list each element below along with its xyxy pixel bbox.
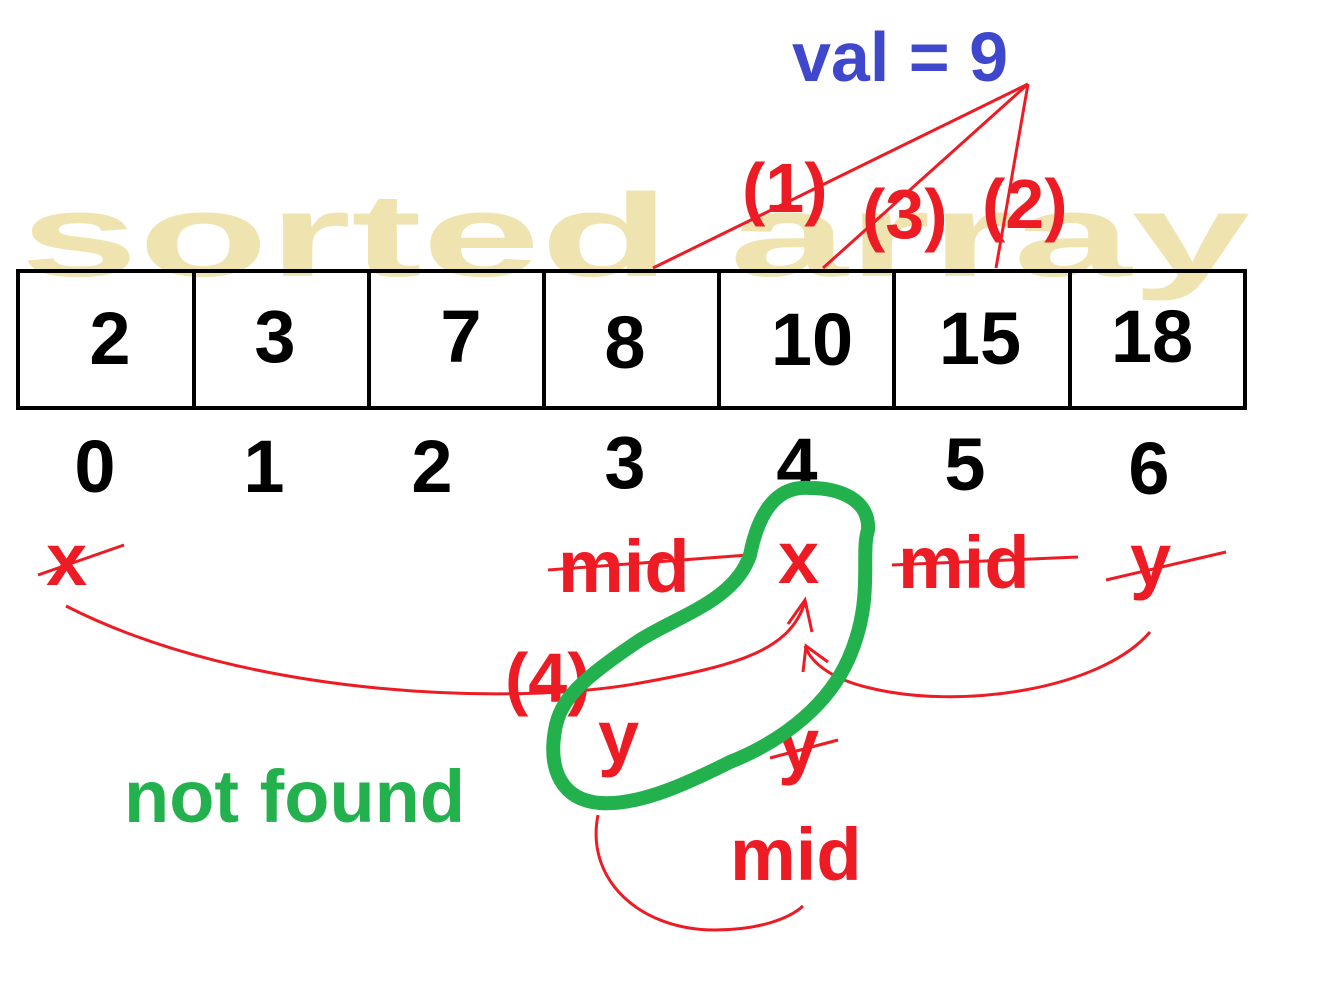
- array-value: 3: [254, 295, 295, 378]
- array-values: 2 3 7 8 10 15 18: [89, 295, 1193, 384]
- array-index: 3: [604, 421, 645, 504]
- array-index: 1: [243, 425, 284, 508]
- pointer-x-final: x: [778, 516, 819, 599]
- binary-search-diagram: sorted array val = 9 (1) (2) (3) 2 3 7 8…: [16, 18, 1250, 932]
- step-3-label: (3): [862, 175, 948, 253]
- pointer-mid-last: mid: [730, 813, 862, 896]
- array-value: 10: [771, 298, 853, 381]
- step-1-label: (1): [742, 149, 828, 227]
- array-index: 0: [74, 425, 115, 508]
- pointer-y-final: y: [598, 695, 639, 778]
- array-index: 6: [1128, 427, 1169, 510]
- pointer-labels: x mid x mid y y y mid (4): [46, 516, 1171, 896]
- array-value: 7: [440, 295, 481, 378]
- pointer-y-start: y: [1130, 518, 1171, 601]
- step-2-label: (2): [982, 165, 1068, 243]
- array-indices: 0 1 2 3 4 5 6: [74, 421, 1169, 510]
- array-index: 2: [411, 425, 452, 508]
- array-index: 5: [944, 423, 985, 506]
- array-value: 18: [1111, 295, 1193, 378]
- target-value-label: val = 9: [792, 18, 1008, 96]
- array-value: 15: [939, 297, 1021, 380]
- array-value: 2: [89, 297, 130, 380]
- result-label: not found: [124, 755, 465, 838]
- array-value: 8: [604, 301, 645, 384]
- step-4-label: (4): [505, 639, 591, 717]
